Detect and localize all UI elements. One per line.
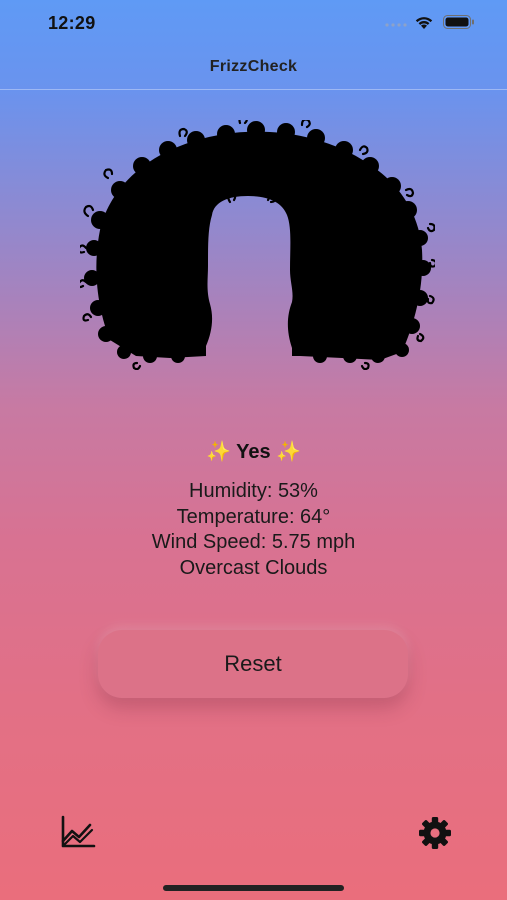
frizz-result: ✨ Yes ✨ <box>0 439 507 464</box>
status-time: 12:29 <box>48 13 96 33</box>
humidity-text: Humidity: 53% <box>189 480 318 502</box>
sparkle-left-icon: ✨ <box>205 441 231 463</box>
curly-hair-silhouette-icon <box>80 120 435 370</box>
nav-divider <box>0 89 507 90</box>
conditions-text: Overcast Clouds <box>179 556 328 579</box>
home-indicator <box>163 885 344 891</box>
status-bar: 12:29 <box>0 0 507 46</box>
chart-icon[interactable] <box>60 815 96 849</box>
battery-icon <box>443 15 474 29</box>
wind-speed-text: Wind Speed: 5.75 mph <box>151 531 356 553</box>
gear-icon[interactable] <box>418 816 452 850</box>
sparkle-right-icon: ✨ <box>276 441 302 463</box>
wifi-icon <box>415 17 433 29</box>
reset-button[interactable]: Reset <box>98 630 408 698</box>
weather-info: Humidity: 53% Temperature: 64° Wind Spee… <box>0 479 507 581</box>
temperature-text: Temperature: 64° <box>176 505 331 528</box>
signal-dots-icon <box>385 23 407 27</box>
page-title: FrizzCheck <box>209 58 298 75</box>
result-answer: Yes <box>236 441 271 463</box>
